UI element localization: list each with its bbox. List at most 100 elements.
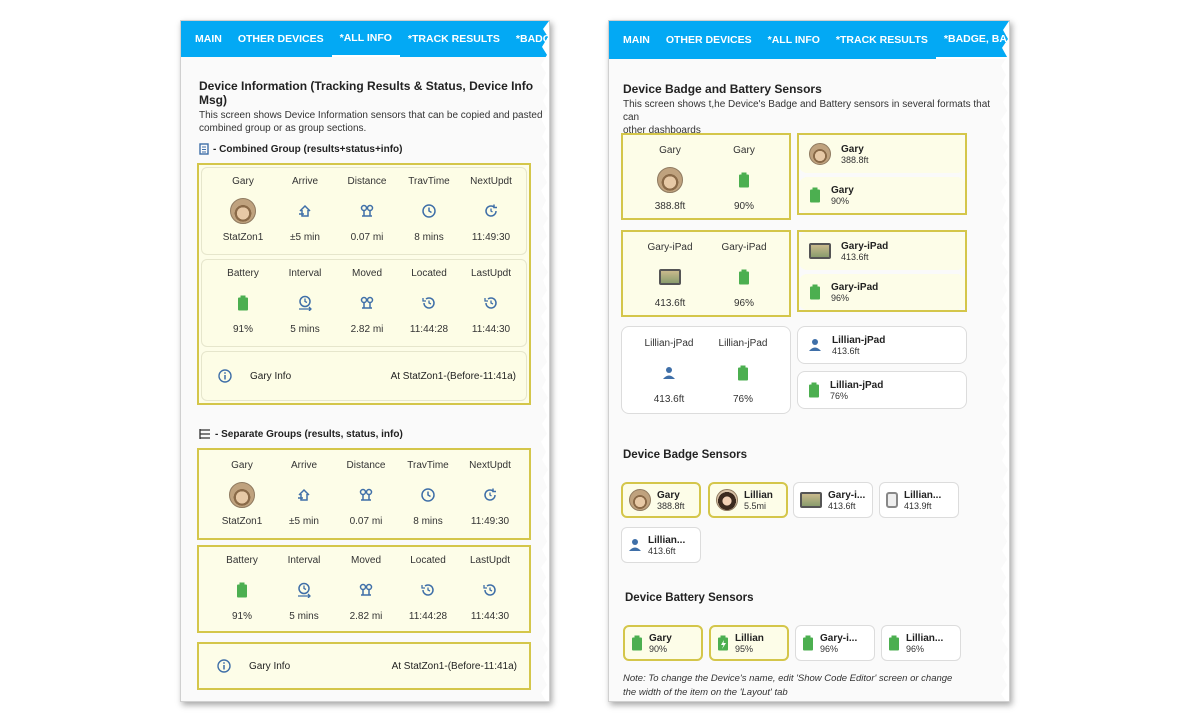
info-value: At StatZon1-(Before-11:41a) — [390, 370, 516, 382]
combined-group-heading: - Combined Group (results+status+info) — [199, 143, 402, 155]
status-card: Battery 91% Interval 5 mins Moved 2.82 mi L… — [201, 259, 527, 347]
layout-note: Note: To change the Device's name, edit … — [623, 672, 1003, 700]
badge-col: Lillian-jPad 413.6ft — [644, 338, 694, 405]
status-col-battery: Battery 91% — [227, 268, 259, 335]
clock-refresh-icon — [485, 204, 497, 217]
battery-icon — [738, 365, 748, 381]
lillian-avatar — [716, 489, 738, 511]
page-description: This screen shows t,he Device's Badge an… — [623, 98, 1003, 137]
status-col-moved: Moved 2.82 mi — [349, 555, 383, 622]
battery-col: Gary-iPad 96% — [721, 242, 767, 309]
battery-icon — [810, 187, 820, 203]
tab-track-results[interactable]: *TRACK RESULTS — [828, 21, 936, 59]
gary-avatar — [230, 198, 256, 224]
note-line-1: Note: To change the Device's name, edit … — [623, 673, 953, 684]
battery-charging-icon — [718, 635, 728, 651]
gary-ipad-battery-row: Gary-iPad 96% — [799, 274, 965, 310]
battery-icon — [237, 582, 247, 598]
account-icon — [663, 367, 675, 379]
battery-icon — [739, 172, 749, 188]
tab-main[interactable]: MAIN — [187, 21, 230, 57]
status-col-lastupdt: LastUpdt 11:44:30 — [469, 555, 511, 622]
page-description: This screen shows Device Information sen… — [199, 109, 550, 135]
status-col-battery: Battery 91% — [226, 555, 258, 622]
info-icon — [218, 369, 232, 383]
battery-chip-lillian: Lillian 95% — [709, 625, 789, 661]
ipad-icon — [800, 492, 822, 508]
ipad-icon — [809, 243, 831, 259]
note-line-2: the width of the item on the 'Layout' ta… — [623, 687, 788, 698]
lillian-jpad-device-card: Lillian-jPad 413.6ft Lillian-jPad 76% — [621, 326, 791, 414]
results-card: Gary StatZon1 Arrive ±5 min Distance 0.07 m… — [201, 167, 527, 255]
gary-device-card: Gary 388.8ft Gary 90% — [621, 133, 791, 220]
battery-icon — [739, 269, 749, 285]
gary-avatar — [629, 489, 651, 511]
tab-other-devices[interactable]: OTHER DEVICES — [230, 21, 332, 57]
results-col-nextupdt: NextUpdt 11:49:30 — [469, 460, 511, 527]
battery-sensors-heading: Device Battery Sensors — [625, 592, 754, 604]
battery-col: Gary 90% — [733, 145, 755, 212]
info-group: Gary Info At StatZon1-(Before-11:41a) — [197, 642, 531, 690]
results-col-name: Gary StatZon1 — [222, 176, 264, 243]
results-col-travtime: TravTime 8 mins — [407, 460, 449, 527]
results-col-distance: Distance 0.07 mi — [347, 176, 387, 243]
results-col-arrive: Arrive ±5 min — [289, 460, 319, 527]
account-icon — [809, 339, 821, 351]
results-group: Gary StatZon1 Arrive ±5 min Distance 0.07 m… — [197, 448, 531, 540]
badge-chip-gary: Gary 388.8ft — [621, 482, 701, 518]
status-col-located: Located 11:44:28 — [408, 555, 448, 622]
battery-chip-gary: Gary 90% — [623, 625, 703, 661]
badge-chip-lillian: Lillian 5.5mi — [708, 482, 788, 518]
battery-icon — [809, 382, 819, 398]
watch-icon — [886, 492, 898, 508]
page-title: Device Badge and Battery Sensors — [623, 82, 822, 96]
separate-groups-heading: - Separate Groups (results, status, info… — [199, 428, 403, 440]
lillian-jpad-badge-row: Lillian-jPad 413.6ft — [797, 326, 967, 364]
clock-refresh-icon — [484, 488, 496, 501]
gary-ipad-badge-row: Gary-iPad 413.6ft — [799, 232, 965, 270]
results-col-name: Gary StatZon1 — [221, 460, 263, 527]
badge-chip-gary-ipad: Gary-i... 413.6ft — [793, 482, 873, 518]
list-icon — [199, 429, 210, 439]
map-marker-distance-icon — [360, 296, 374, 309]
gary-avatar — [229, 482, 255, 508]
tab-other-devices[interactable]: OTHER DEVICES — [658, 21, 760, 59]
clock-icon — [421, 488, 435, 502]
results-col-travtime: TravTime 8 mins — [408, 176, 450, 243]
combined-group-label: - Combined Group (results+status+info) — [213, 143, 403, 155]
account-icon — [629, 539, 641, 551]
view-header: Device Badge and Battery Sensors This sc… — [623, 82, 1003, 137]
badge-col: Gary 388.8ft — [654, 145, 686, 212]
lillian-jpad-battery-row: Lillian-jPad 76% — [797, 371, 967, 409]
gary-row-card: Gary 388.8ft Gary 90% — [797, 133, 967, 215]
history-icon — [421, 584, 434, 596]
tab-all-info[interactable]: *ALL INFO — [760, 21, 828, 59]
battery-chip-gary-ipad: Gary-i... 96% — [795, 625, 875, 661]
gary-ipad-device-card: Gary-iPad 413.6ft Gary-iPad 96% — [621, 230, 791, 317]
tab-bar: MAIN OTHER DEVICES *ALL INFO *TRACK RESU… — [609, 21, 1009, 59]
info-name: Gary Info — [250, 370, 292, 382]
badge-sensors-heading: Device Badge Sensors — [623, 449, 748, 461]
badge-chip-lillian-jpad: Lillian... 413.6ft — [621, 527, 701, 563]
timer-interval-icon — [299, 295, 312, 311]
desc-line-1: This screen shows Device Information sen… — [199, 110, 550, 121]
badge-col: Gary-iPad 413.6ft — [647, 242, 693, 309]
map-marker-distance-icon — [359, 583, 373, 596]
gary-avatar — [657, 167, 683, 193]
status-col-interval: Interval 5 mins — [287, 555, 321, 622]
desc-line-2: combined group or as group sections. — [199, 123, 367, 134]
info-name: Gary Info — [249, 660, 291, 672]
battery-chip-lillian-watch: Lillian... 96% — [881, 625, 961, 661]
map-marker-distance-icon — [360, 204, 374, 217]
page-title: Device Information (Tracking Results & S… — [199, 79, 534, 107]
tab-main[interactable]: MAIN — [615, 21, 658, 59]
results-col-arrive: Arrive ±5 min — [290, 176, 320, 243]
battery-icon — [889, 635, 899, 651]
tab-all-info[interactable]: *ALL INFO — [331, 21, 400, 57]
status-col-located: Located 11:44:28 — [409, 268, 449, 335]
results-col-nextupdt: NextUpdt 11:49:30 — [470, 176, 512, 243]
timer-interval-icon — [298, 582, 311, 598]
badge-battery-panel: MAIN OTHER DEVICES *ALL INFO *TRACK RESU… — [608, 20, 1010, 702]
info-value: At StatZon1-(Before-11:41a) — [391, 660, 517, 672]
tab-track-results[interactable]: *TRACK RESULTS — [400, 21, 508, 57]
